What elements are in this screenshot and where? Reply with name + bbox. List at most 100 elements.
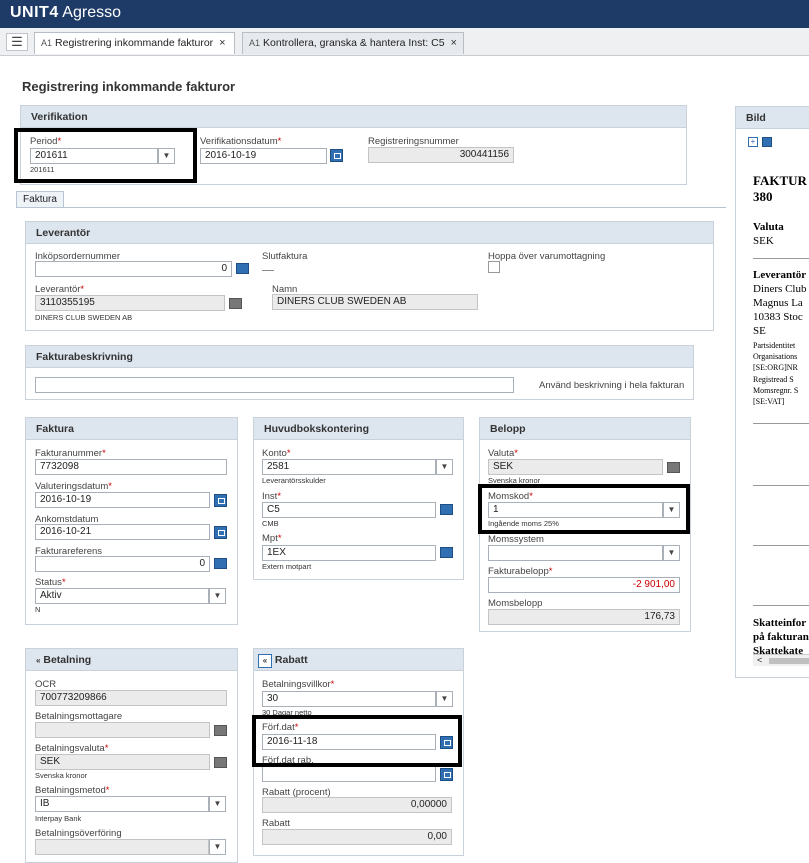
mpt-label: Mpt* (262, 533, 282, 544)
doc-lev-line: Magnus La (753, 297, 803, 309)
rabattprocent-input[interactable]: 0,00000 (262, 797, 452, 813)
doc-small-line: [SE:ORG]NR (753, 363, 798, 372)
fakturabelopp-input[interactable]: -2 901,00 (488, 577, 680, 593)
lookup-icon[interactable] (229, 298, 242, 309)
doc-divider (753, 545, 809, 546)
huvudbok-title: Huvudbokskontering (254, 418, 463, 440)
calendar-icon[interactable] (440, 768, 453, 781)
collapse-icon[interactable]: « (36, 656, 40, 665)
regnr-value: 300441156 (368, 147, 514, 163)
rabatt-header[interactable]: « Rabatt (254, 649, 463, 671)
betvaluta-desc: Svenska kronor (35, 771, 88, 780)
tab-prefix: A1 (249, 38, 261, 48)
highlight-box (478, 484, 690, 534)
inst-desc: CMB (262, 519, 279, 528)
mpt-input[interactable]: 1EX (262, 545, 436, 561)
valuteringsdatum-input[interactable]: 2016-10-19 (35, 492, 210, 508)
status-desc: N (35, 605, 41, 614)
ocr-input[interactable]: 700773209866 (35, 690, 227, 706)
inst-label: Inst* (262, 491, 282, 502)
scroll-left-icon[interactable]: < (753, 655, 762, 665)
page-title: Registrering inkommande fakturor (22, 79, 236, 94)
calendar-icon[interactable] (214, 494, 227, 507)
doc-small-line: Momsregnr. S (753, 386, 799, 395)
tab-divider (16, 207, 726, 208)
status-select[interactable]: Aktiv (35, 588, 209, 604)
fakturanr-label: Fakturanummer* (35, 448, 106, 459)
forfdatrab-input[interactable] (262, 766, 436, 782)
inst-input[interactable]: C5 (262, 502, 436, 518)
lookup-icon[interactable] (214, 558, 227, 569)
save-icon[interactable] (762, 137, 772, 147)
lookup-icon[interactable] (440, 504, 453, 515)
doc-bottom-line: på fakturan (753, 631, 809, 643)
betalning-header[interactable]: « Betalning (26, 649, 237, 671)
rabatt-input[interactable]: 0,00 (262, 829, 452, 845)
lookup-icon[interactable] (236, 263, 249, 274)
chevron-down-icon[interactable]: ▼ (209, 796, 226, 812)
doc-small-line: Registread S (753, 375, 794, 384)
hoppa-checkbox[interactable] (488, 261, 500, 273)
calendar-icon[interactable] (214, 526, 227, 539)
doc-valuta-value: SEK (753, 235, 774, 247)
chevron-down-icon[interactable]: ▼ (209, 588, 226, 604)
verdatum-label: Verifikationsdatum* (200, 136, 282, 147)
horizontal-scrollbar[interactable]: < (753, 654, 809, 666)
mottagare-input[interactable] (35, 722, 210, 738)
tab-kontrollera[interactable]: A1 Kontrollera, granska & hantera Inst: C… (242, 32, 464, 54)
close-icon[interactable]: × (219, 37, 225, 49)
bild-title: Bild (736, 107, 809, 129)
lev-input[interactable]: 3110355195 (35, 295, 225, 311)
mpt-desc: Extern motpart (262, 562, 312, 571)
tab-registrering[interactable]: A1 Registrering inkommande fakturor × (34, 32, 235, 54)
overforing-select[interactable] (35, 839, 209, 855)
lookup-icon[interactable] (214, 725, 227, 736)
ankomstdatum-input[interactable]: 2016-10-21 (35, 524, 210, 540)
chevron-down-icon[interactable]: ▼ (436, 691, 453, 707)
beskrivning-option[interactable]: Använd beskrivning i hela fakturan (539, 380, 684, 391)
rabatt-title: Rabatt (274, 654, 308, 666)
konto-select[interactable]: 2581 (262, 459, 436, 475)
beskrivning-input[interactable] (35, 377, 514, 393)
tab-label: Kontrollera, granska & hantera Inst: C5 (263, 37, 445, 49)
betmetod-desc: Interpay Bank (35, 814, 82, 823)
menu-icon[interactable]: ☰ (6, 33, 28, 51)
inkop-input[interactable]: 0 (35, 261, 232, 277)
zoom-in-icon[interactable]: + (748, 137, 758, 147)
faktura-title: Faktura (26, 418, 237, 440)
tab-faktura[interactable]: Faktura (16, 191, 64, 207)
lev-label: Leverantör* (35, 284, 85, 295)
chevron-down-icon[interactable]: ▼ (436, 459, 453, 475)
doc-small-line: Partsidentitet (753, 341, 796, 350)
fakturanr-input[interactable]: 7732098 (35, 459, 227, 475)
highlight-box (252, 715, 462, 767)
doc-divider (753, 605, 809, 606)
betmetod-select[interactable]: IB (35, 796, 209, 812)
doc-number: 380 (753, 189, 773, 204)
mottagare-label: Betalningsmottagare (35, 711, 123, 722)
verdatum-input[interactable]: 2016-10-19 (200, 148, 327, 164)
collapse-icon[interactable]: « (258, 654, 272, 668)
slutfaktura-label: Slutfaktura (262, 251, 308, 262)
tab-label: Registrering inkommande fakturor (55, 37, 214, 49)
lookup-icon[interactable] (214, 757, 227, 768)
slutfaktura-value (262, 270, 274, 271)
betvaluta-input[interactable]: SEK (35, 754, 210, 770)
chevron-down-icon[interactable]: ▼ (209, 839, 226, 855)
villkor-select[interactable]: 30 (262, 691, 436, 707)
momssystem-select[interactable] (488, 545, 663, 561)
beskrivning-title: Fakturabeskrivning (26, 346, 693, 368)
fakturareferens-input[interactable]: 0 (35, 556, 210, 572)
valuteringsdatum-label: Valuteringsdatum* (35, 481, 112, 492)
lookup-icon[interactable] (440, 547, 453, 558)
valuta-input[interactable]: SEK (488, 459, 663, 475)
chevron-down-icon[interactable]: ▼ (663, 545, 680, 561)
scroll-thumb[interactable] (769, 658, 809, 664)
villkor-label: Betalningsvillkor* (262, 679, 335, 690)
betvaluta-label: Betalningsvaluta* (35, 743, 109, 754)
app-header (0, 0, 809, 28)
lookup-icon[interactable] (667, 462, 680, 473)
close-icon[interactable]: × (451, 37, 457, 49)
calendar-icon[interactable] (330, 149, 343, 162)
konto-desc: Leverantörsskulder (262, 476, 326, 485)
